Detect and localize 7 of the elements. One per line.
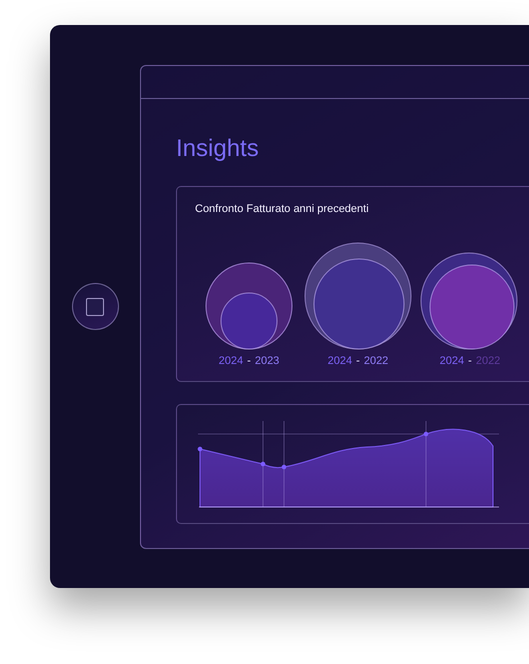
year-comparison-label: 2024 - 2022 bbox=[328, 355, 388, 368]
year-comparison-label: 2024 - 2023 bbox=[218, 355, 280, 368]
card-title: Confronto Fatturato anni precedenti bbox=[195, 202, 370, 216]
page-title: Insights bbox=[176, 134, 260, 163]
year-comparison-label: 2024 - 2022 bbox=[440, 355, 500, 368]
square-icon bbox=[86, 298, 104, 316]
home-button[interactable] bbox=[72, 283, 118, 330]
